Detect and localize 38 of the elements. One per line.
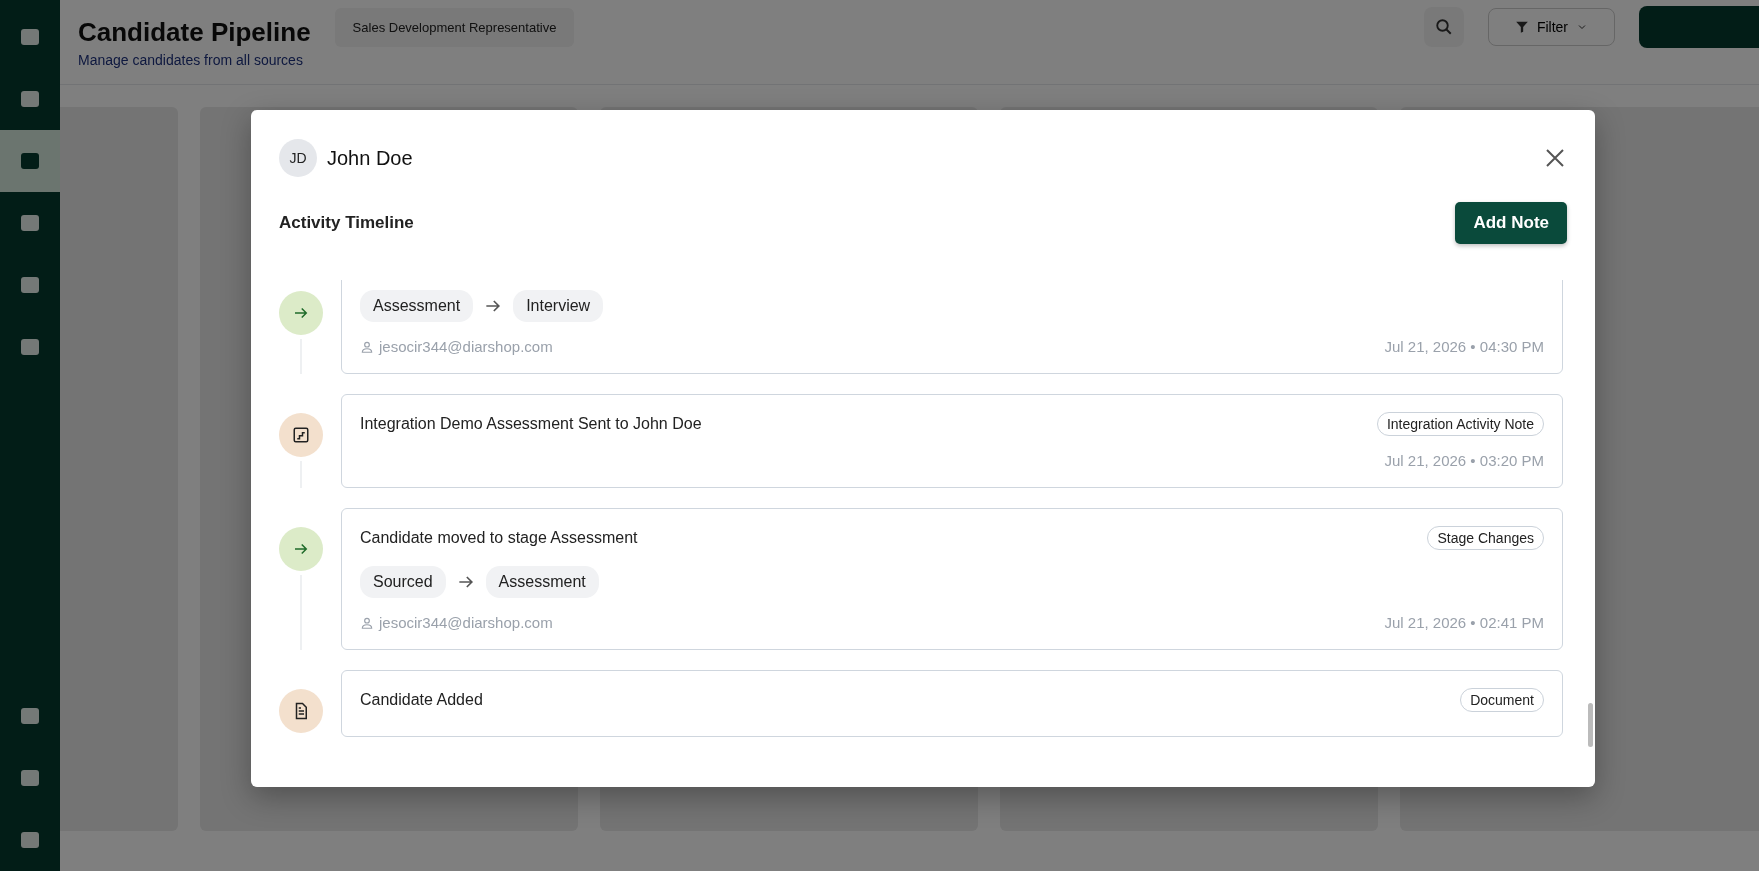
add-note-button[interactable]: Add Note	[1455, 202, 1567, 244]
nav-icon	[21, 91, 39, 107]
stage-chip: Assessment	[360, 290, 474, 322]
activity-time: Jul 21, 2026 • 02:41 PM	[1384, 614, 1544, 631]
user-email: jesocir344@diarshop.com	[379, 614, 553, 631]
sidebar-item[interactable]	[0, 130, 60, 192]
activity-time: Jul 21, 2026 • 04:30 PM	[1384, 338, 1544, 355]
nav-icon	[21, 29, 39, 45]
nav-icon	[21, 277, 39, 293]
close-icon	[1545, 148, 1565, 168]
filter-icon	[1514, 20, 1529, 34]
search-button[interactable]	[1423, 7, 1464, 47]
nav-icon	[21, 153, 39, 169]
avatar: JD	[279, 139, 317, 177]
chart-square-icon	[292, 426, 310, 444]
person-icon	[360, 339, 374, 354]
nav-icon	[21, 339, 39, 355]
activity-title: Candidate moved to stage Assessment	[360, 529, 638, 547]
person-icon	[360, 615, 374, 630]
filter-button[interactable]: Filter	[1487, 8, 1615, 46]
stage-chip: Interview	[513, 290, 604, 322]
user-email: jesocir344@diarshop.com	[379, 338, 553, 355]
nav-icon	[21, 770, 39, 786]
page-subtitle: Manage candidates from all sources	[78, 51, 304, 68]
scrollbar-thumb[interactable]	[1588, 703, 1593, 747]
nav-icon	[21, 832, 39, 848]
activity-title: Integration Demo Assessment Sent to John Doe	[360, 415, 702, 433]
nav-icon	[21, 708, 39, 724]
nav-icon	[21, 215, 39, 231]
job-select[interactable]: Sales Development Representative	[334, 7, 575, 47]
candidate-name: John Doe	[327, 146, 413, 170]
stage-chip: Sourced	[360, 566, 446, 598]
search-icon	[1434, 18, 1453, 36]
activity-title: Candidate Added	[360, 691, 483, 709]
activity-time: Jul 21, 2026 • 03:20 PM	[1384, 452, 1544, 469]
stage-chip: Assessment	[485, 566, 599, 598]
section-title: Activity Timeline	[279, 213, 414, 233]
page-title: Candidate Pipeline	[78, 16, 311, 48]
